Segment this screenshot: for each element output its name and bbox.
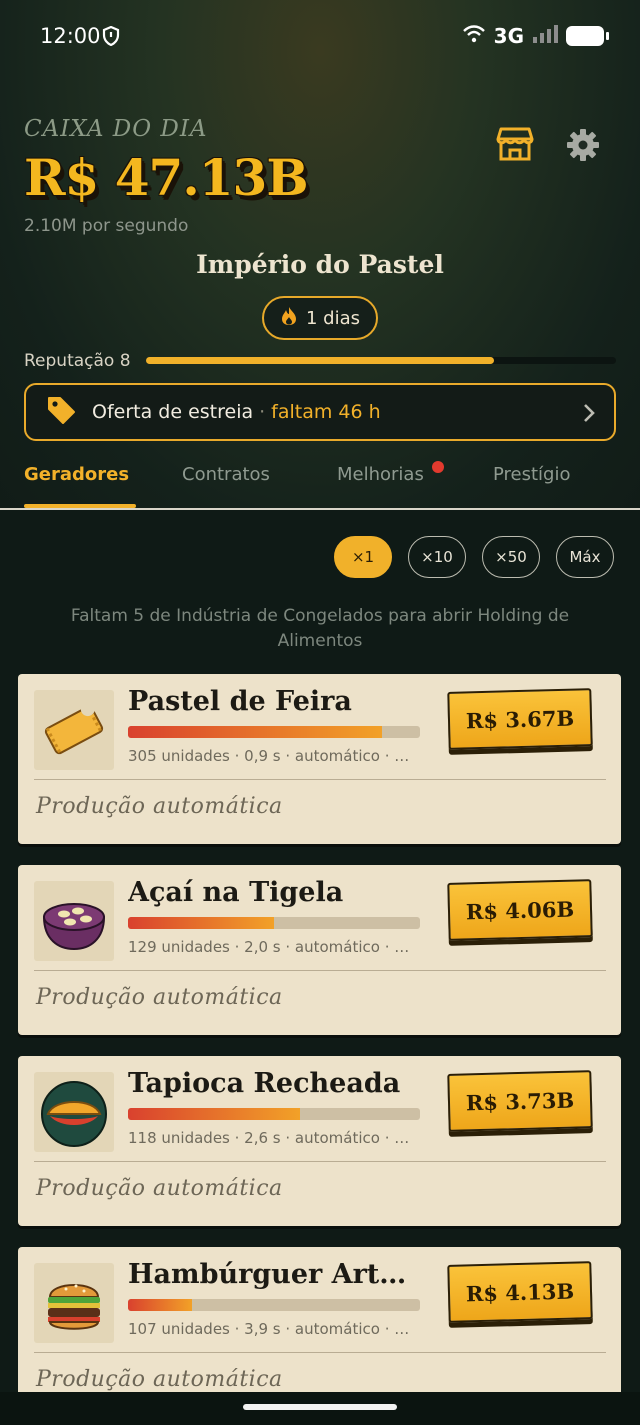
generator-progress-bar (128, 726, 420, 738)
battery-icon (566, 26, 609, 46)
generator-progress-fill (128, 726, 383, 738)
multiplier-x10-button[interactable]: ×10 (408, 536, 466, 578)
settings-button[interactable] (564, 126, 602, 164)
caixa-label: CAIXA DO DIA (24, 116, 208, 142)
automatic-production-label: Produção automática (36, 1176, 283, 1201)
divider (34, 1161, 606, 1162)
generator-progress-bar (128, 1299, 420, 1311)
network-type: 3G (493, 24, 524, 48)
generator-stats: 107 unidades · 3,9 s · automático · ×16 (128, 1320, 420, 1338)
wifi-icon (462, 25, 486, 47)
tab-contratos[interactable]: Contratos (182, 464, 270, 485)
tab-geradores[interactable]: Geradores (24, 464, 129, 485)
generator-card: Pastel de Feira 305 unidades · 0,9 s · a… (18, 674, 621, 844)
generator-progress-fill (128, 917, 274, 929)
gear-icon (564, 129, 602, 168)
generator-name: Açaí na Tigela (128, 877, 344, 908)
reputation-progress-fill (146, 357, 494, 364)
automatic-production-label: Produção automática (36, 794, 283, 819)
generator-name: Tapioca Recheada (128, 1068, 401, 1099)
generator-progress-fill (128, 1299, 193, 1311)
shield-icon (102, 25, 120, 50)
reputation-label: Reputação 8 (24, 351, 131, 371)
generator-progress-bar (128, 1108, 420, 1120)
acai-bowl-icon (34, 881, 114, 961)
offer-separator: · (259, 401, 266, 423)
buy-multiplier-group: ×1 ×10 ×50 Máx (0, 536, 640, 578)
divider (34, 970, 606, 971)
generator-stats: 118 unidades · 2,6 s · automático · ×16 (128, 1129, 420, 1147)
status-time: 12:00 (40, 24, 101, 48)
buy-generator-button[interactable]: R$ 4.06B (447, 879, 593, 941)
reputation-progress-bar (146, 357, 616, 364)
tapioca-icon (34, 1072, 114, 1152)
signal-icon (532, 25, 558, 47)
generator-name: Pastel de Feira (128, 686, 352, 717)
tab-bar: Geradores Contratos Melhorias Prestígio (0, 450, 640, 510)
multiplier-x50-button[interactable]: ×50 (482, 536, 540, 578)
status-bar: 12:00 3G (0, 0, 640, 74)
tab-melhorias[interactable]: Melhorias (337, 464, 424, 485)
home-indicator[interactable] (243, 1404, 397, 1410)
active-tab-indicator (24, 504, 136, 508)
generator-stats: 305 unidades · 0,9 s · automático · ×16 (128, 747, 420, 765)
store-button[interactable] (496, 126, 534, 162)
multiplier-max-button[interactable]: Máx (556, 536, 614, 578)
tab-prestigio[interactable]: Prestígio (493, 464, 571, 485)
generator-card: Tapioca Recheada 118 unidades · 2,6 s · … (18, 1056, 621, 1226)
streak-badge[interactable]: 1 dias (262, 296, 378, 340)
divider (34, 1352, 606, 1353)
income-per-second: 2.10M por segundo (24, 216, 189, 236)
offer-banner[interactable]: Oferta de estreia · faltam 46 h (24, 383, 616, 441)
offer-time-left: faltam 46 h (271, 401, 381, 423)
flame-icon (280, 306, 298, 331)
generator-progress-bar (128, 917, 420, 929)
generator-stats: 129 unidades · 2,0 s · automático · ×16 (128, 938, 420, 956)
store-icon (496, 127, 534, 166)
offer-title: Oferta de estreia (92, 401, 254, 423)
chevron-right-icon (582, 403, 596, 427)
buy-generator-button[interactable]: R$ 4.13B (447, 1261, 593, 1323)
automatic-production-label: Produção automática (36, 985, 283, 1010)
multiplier-x1-button[interactable]: ×1 (334, 536, 392, 578)
automatic-production-label: Produção automática (36, 1367, 283, 1392)
buy-generator-button[interactable]: R$ 3.73B (447, 1070, 593, 1132)
caixa-value: R$ 47.13B (24, 148, 309, 207)
tag-icon (46, 395, 76, 429)
notification-dot (432, 461, 444, 473)
buy-generator-button[interactable]: R$ 3.67B (447, 688, 593, 750)
generator-card: Açaí na Tigela 129 unidades · 2,0 s · au… (18, 865, 621, 1035)
burger-icon (34, 1263, 114, 1343)
pastel-icon (34, 690, 114, 770)
empire-name: Império do Pastel (196, 250, 444, 279)
generator-progress-fill (128, 1108, 301, 1120)
generator-name: Hambúrguer Artesanal (128, 1259, 418, 1290)
unlock-hint: Faltam 5 de Indústria de Congelados para… (70, 606, 570, 651)
divider (34, 779, 606, 780)
streak-label: 1 dias (305, 307, 360, 329)
